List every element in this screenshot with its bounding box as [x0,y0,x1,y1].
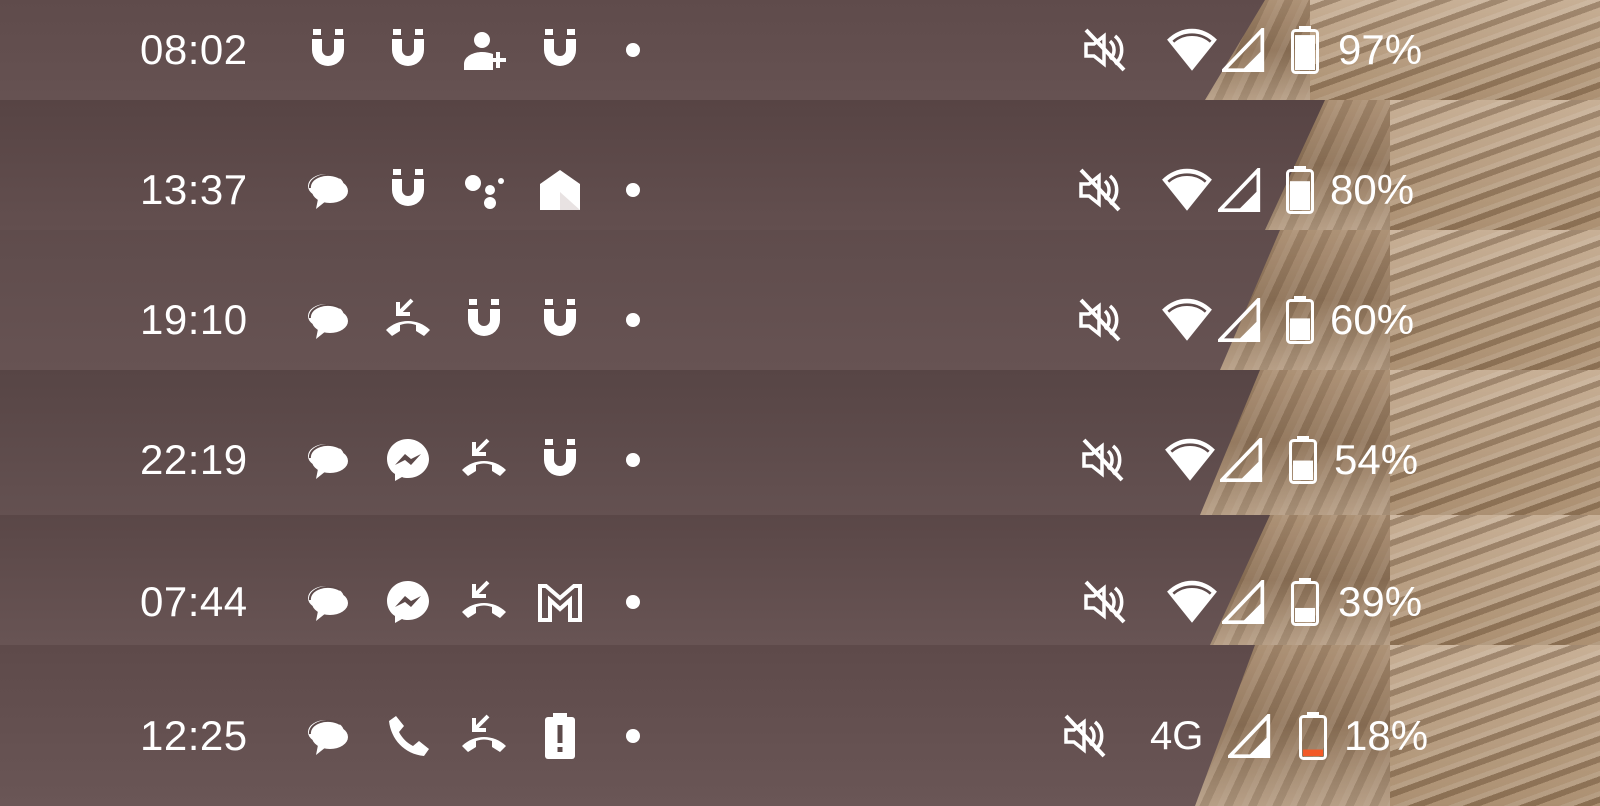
assistant-dots-icon [460,166,508,214]
wifi-icon [1165,26,1219,74]
wallpaper-rock [1390,100,1600,230]
ringer-muted-icon [1080,578,1128,626]
ringer-muted-icon [1075,296,1123,344]
battery-percentage: 54% [1334,436,1419,483]
more-notifications-dot [626,729,640,743]
chat-bubbles-icon [304,712,352,760]
messenger-icon [384,578,432,626]
battery-icon [1290,26,1320,74]
more-notifications-dot [626,453,640,467]
cell-signal-icon [1218,168,1262,212]
clock-time: 19:10 [140,296,248,343]
chat-bubbles-icon [304,166,352,214]
status-bar: 12:25 4G 18% [0,645,1600,806]
magnet-icon [384,166,432,214]
battery-icon [1285,296,1315,344]
battery-alert-icon [536,712,584,760]
missed-call-icon [460,436,508,484]
wifi-icon [1163,436,1217,484]
messenger-icon [384,436,432,484]
battery-icon [1298,712,1328,760]
battery-percentage: 39% [1338,578,1423,625]
status-bar: 07:44 39% [0,515,1600,645]
cell-signal-icon [1228,714,1272,758]
more-notifications-dot [626,43,640,57]
battery-percentage: 60% [1330,296,1415,343]
clock-time: 13:37 [140,166,248,213]
magnet-icon [304,26,352,74]
status-bar: 19:10 60% [0,230,1600,370]
chat-bubbles-icon [304,436,352,484]
more-notifications-dot [626,183,640,197]
clock-time: 08:02 [140,26,248,73]
magnet-icon [536,26,584,74]
chat-bubbles-icon [304,296,352,344]
chat-bubbles-icon [304,578,352,626]
wallpaper-rock [1390,370,1600,515]
wifi-icon [1160,166,1214,214]
battery-icon [1285,166,1315,214]
battery-percentage: 80% [1330,166,1415,213]
status-bar: 08:02 97% [0,0,1600,100]
add-contact-icon [460,26,508,74]
magnet-icon [536,436,584,484]
ringer-muted-icon [1075,166,1123,214]
magnet-icon [536,296,584,344]
clock-time: 07:44 [140,578,248,625]
ringer-muted-icon [1080,26,1128,74]
missed-call-icon [460,578,508,626]
wifi-icon [1160,296,1214,344]
gmail-icon [536,578,584,626]
network-type-label: 4G [1150,714,1204,758]
more-notifications-dot [626,313,640,327]
magnet-icon [460,296,508,344]
battery-icon [1288,436,1318,484]
cell-signal-icon [1218,298,1262,342]
wallpaper-rock [1390,230,1600,370]
missed-call-icon [384,296,432,344]
cell-signal-icon [1222,580,1266,624]
more-notifications-dot [626,595,640,609]
clock-time: 12:25 [140,712,248,759]
battery-icon [1290,578,1320,626]
battery-percentage: 97% [1338,26,1423,73]
cell-signal-icon [1222,28,1266,72]
ringer-muted-icon [1060,712,1108,760]
battery-percentage: 18% [1344,712,1429,759]
inbox-envelope-icon [536,166,584,214]
status-bar: 22:19 54% [0,370,1600,515]
wifi-icon [1165,578,1219,626]
phone-call-icon [384,712,432,760]
clock-time: 22:19 [140,436,248,483]
magnet-icon [384,26,432,74]
cell-signal-icon [1220,438,1264,482]
ringer-muted-icon [1078,436,1126,484]
status-bar: 13:37 80% [0,100,1600,230]
missed-call-icon [460,712,508,760]
